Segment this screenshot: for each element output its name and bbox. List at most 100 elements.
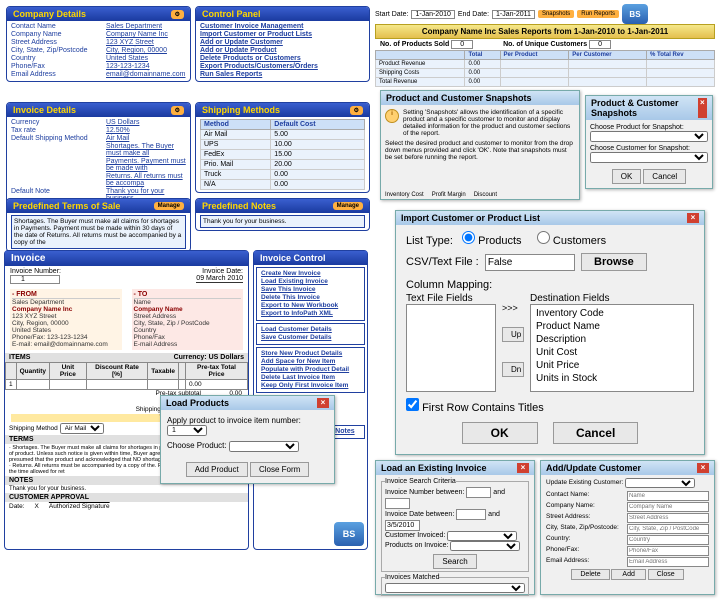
close-icon[interactable]: × [698, 98, 707, 118]
cust-field[interactable] [627, 513, 709, 523]
manage-button[interactable]: Manage [154, 202, 184, 210]
ic-link[interactable]: Keep Only First Invoice Item [261, 382, 360, 389]
report-title: Company Name Inc Sales Reports from 1-Ja… [375, 24, 715, 39]
up-button[interactable]: Up [502, 327, 524, 342]
delete-button[interactable]: Delete [571, 569, 609, 580]
invoice-title: Invoice [5, 251, 248, 266]
predef-notes-body: Thank you for your business. [200, 215, 365, 228]
item-num-select[interactable]: 1 [167, 425, 207, 436]
ic-link[interactable]: Add Space for New Item [261, 358, 360, 365]
ic-link[interactable]: Delete This Invoice [261, 294, 360, 301]
close-form-button[interactable]: Close Form [250, 462, 309, 477]
ic-link[interactable]: Export to New Workbook [261, 302, 360, 309]
snapshot-picker-dialog: Product & Customer Snapshots× Choose Pro… [585, 95, 713, 189]
predef-notes-panel: Predefined Notes Manage Thank you for you… [195, 198, 370, 231]
text-fields-list[interactable] [406, 304, 496, 392]
snap-customer-select[interactable] [590, 152, 708, 163]
inv-date-label: Invoice Date: [202, 268, 243, 275]
inv-date-to[interactable] [385, 520, 420, 531]
control-panel-title: Control Panel [202, 9, 261, 19]
shipping-methods-title: Shipping Methods [202, 105, 280, 115]
close-icon[interactable]: × [517, 463, 529, 473]
cust-field[interactable] [627, 557, 709, 567]
cust-field[interactable] [627, 524, 709, 534]
manage-button[interactable]: ⚙ [350, 106, 363, 115]
bs-logo: BS [622, 4, 648, 24]
manage-button[interactable]: ⚙ [171, 106, 184, 115]
ic-link[interactable]: Load Customer Details [261, 326, 360, 333]
cust-field[interactable] [627, 535, 709, 545]
product-select[interactable] [229, 441, 299, 452]
items-hd: ITEMS [9, 354, 30, 361]
report-table: TotalPer ProductPer Customer% Total RevP… [375, 50, 715, 87]
close-icon[interactable]: × [687, 213, 699, 223]
ic-link[interactable]: Populate with Product Detail [261, 366, 360, 373]
csv-path[interactable] [485, 254, 575, 271]
snap-ok[interactable]: OK [612, 169, 642, 184]
products-radio[interactable]: Products [462, 235, 521, 247]
control-link[interactable]: Run Sales Reports [200, 71, 365, 78]
close-icon[interactable]: × [317, 398, 329, 408]
inv-num-from[interactable] [466, 487, 491, 498]
matched-select[interactable] [385, 583, 525, 593]
import-ok[interactable]: OK [462, 422, 538, 444]
cust-field[interactable] [627, 546, 709, 556]
ic-link[interactable]: Load Existing Invoice [261, 278, 360, 285]
inv-num-label: Invoice Number: [10, 268, 61, 275]
ic-link[interactable]: Create New Invoice [261, 270, 360, 277]
ic-link[interactable]: Store New Product Details [261, 350, 360, 357]
from-header: - FROM [12, 291, 120, 299]
end-date[interactable]: 1-Jan-2011 [492, 10, 535, 19]
close-icon[interactable]: × [697, 463, 709, 473]
existing-cust-select[interactable] [625, 478, 695, 488]
import-cancel[interactable]: Cancel [553, 422, 638, 444]
ic-link[interactable]: Export to InfoPath XML [261, 310, 360, 317]
first-row-check[interactable]: First Row Contains Titles [406, 402, 544, 414]
manage-button[interactable]: ⚙ [171, 10, 184, 19]
snapshot-info-dialog: Product and Customer Snapshots i Setting… [380, 90, 580, 200]
customers-radio[interactable]: Customers [537, 235, 606, 247]
load-products-dialog: Load Products× Apply product to invoice … [160, 395, 335, 484]
prod-select[interactable] [450, 541, 520, 551]
predef-terms-title: Predefined Terms of Sale [13, 201, 120, 211]
add-product-button[interactable]: Add Product [186, 462, 248, 477]
inv-date[interactable]: 09 March 2010 [196, 275, 243, 283]
sales-report-panel: Start Date:1-Jan-2010 End Date:1-Jan-201… [375, 4, 715, 87]
snap-cancel[interactable]: Cancel [643, 169, 686, 184]
add-button[interactable]: Add [611, 569, 645, 580]
predef-terms-panel: Predefined Terms of SaleManage Shortages… [6, 198, 191, 252]
manage-button[interactable]: Manage [333, 202, 363, 210]
dn-button[interactable]: Dn [502, 362, 524, 377]
predef-notes-title: Predefined Notes [202, 201, 276, 211]
start-date[interactable]: 1-Jan-2010 [411, 10, 454, 19]
control-link[interactable]: Import Customer or Product Lists [200, 31, 365, 38]
approval-hd: CUSTOMER APPROVAL [5, 493, 248, 502]
control-link[interactable]: Export Products/Customers/Orders [200, 63, 365, 70]
bs-logo: BS [334, 522, 364, 546]
browse-button[interactable]: Browse [581, 253, 647, 271]
col-map-label: Column Mapping: [406, 279, 694, 291]
notes-body: Thank you for your business. [5, 485, 248, 493]
inv-date-from[interactable] [456, 509, 486, 520]
snapshots-button[interactable]: Snapshots [538, 10, 574, 18]
search-button[interactable]: Search [433, 554, 476, 569]
control-link[interactable]: Customer Invoice Management [200, 23, 365, 30]
run-reports-button[interactable]: Run Reports [577, 10, 619, 18]
cust-field[interactable] [627, 491, 709, 501]
cust-field[interactable] [627, 502, 709, 512]
inv-num-to[interactable] [385, 498, 410, 509]
control-link[interactable]: Add or Update Customer [200, 39, 365, 46]
ship-select[interactable]: Air Mail [60, 423, 104, 434]
close-button[interactable]: Close [648, 569, 684, 580]
ic-link[interactable]: Save Customer Details [261, 334, 360, 341]
cust-select[interactable] [447, 531, 517, 541]
snap-product-select[interactable] [590, 131, 708, 142]
control-link[interactable]: Add or Update Product [200, 47, 365, 54]
control-link[interactable]: Delete Products or Customers [200, 55, 365, 62]
import-title: Import Customer or Product List [401, 213, 540, 223]
ic-link[interactable]: Delete Last Invoice Item [261, 374, 360, 381]
ic-link[interactable]: Save This Invoice [261, 286, 360, 293]
dest-fields-list[interactable]: Inventory CodeProduct NameDescriptionUni… [530, 304, 694, 392]
inv-num[interactable]: 1 [10, 275, 60, 284]
invoice-details-title: Invoice Details [13, 105, 76, 115]
